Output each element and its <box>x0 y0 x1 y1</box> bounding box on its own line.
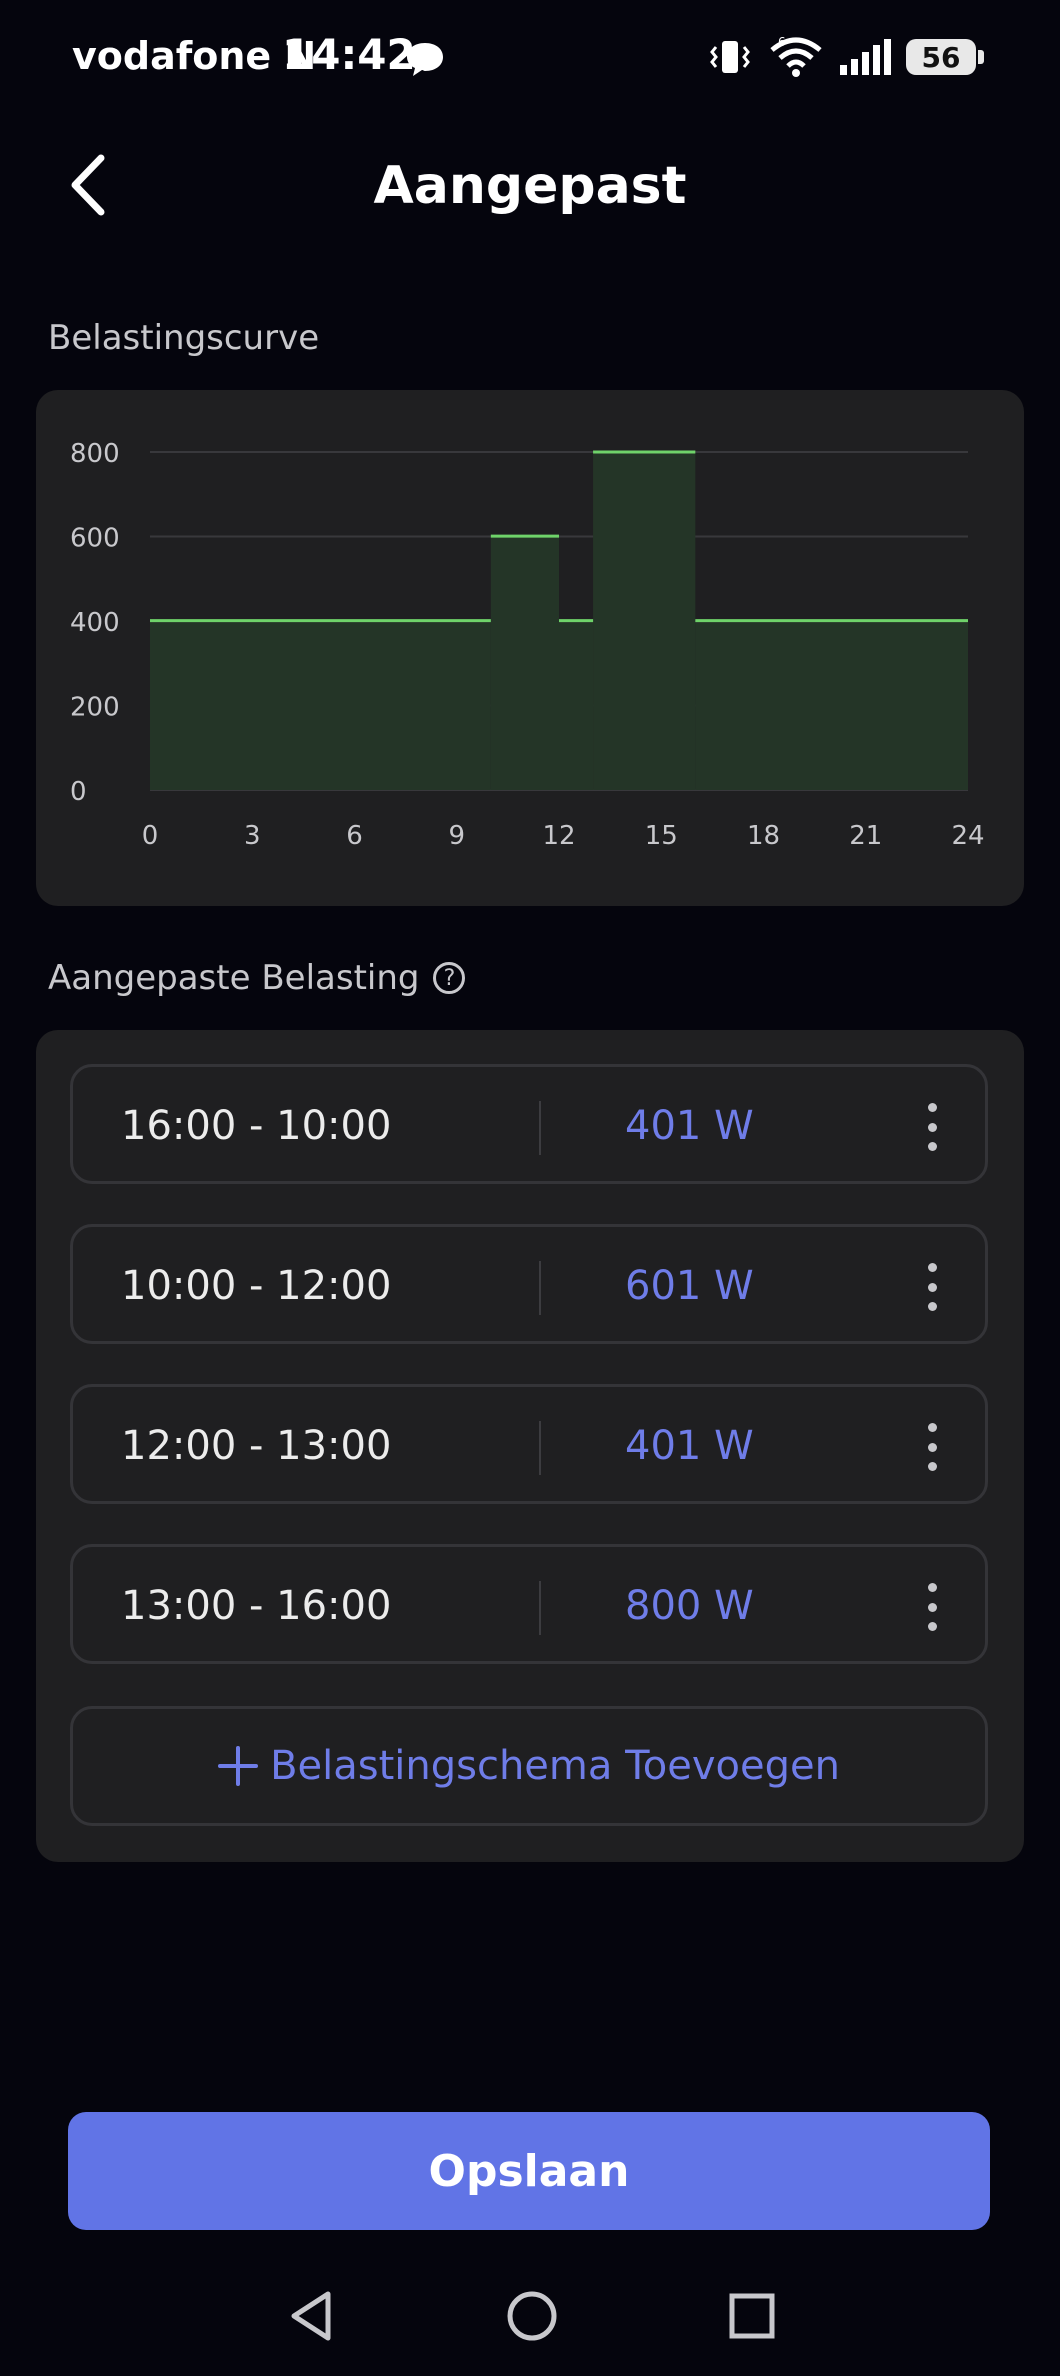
chart-area-segment <box>593 452 696 790</box>
chart-canvas: 0 200 400 600 800 0 3 6 9 12 15 18 21 24 <box>70 439 985 851</box>
row-divider <box>539 1581 541 1635</box>
wifi-icon: 6 <box>770 36 822 77</box>
page-title: Aangepast <box>373 156 687 216</box>
chart-x-tick-label: 18 <box>747 821 780 851</box>
add-schedule-label: Belastingschema Toevoegen <box>270 1743 840 1789</box>
chart-area-segment <box>695 620 968 790</box>
more-vertical-icon[interactable] <box>925 1263 939 1311</box>
row-divider <box>539 1421 541 1475</box>
schedule-list: 16:00 - 10:00 401 W 10:00 - 12:00 601 W … <box>36 1030 1024 1862</box>
chart-area-segment <box>490 536 559 790</box>
nav-back-icon[interactable] <box>284 2288 340 2344</box>
schedule-power: 401 W <box>625 1103 754 1149</box>
schedule-section-label: Aangepaste Belasting ? <box>48 958 466 998</box>
chart-x-tick-label: 15 <box>645 821 678 851</box>
chart-x-tick-label: 6 <box>346 821 363 851</box>
system-nav-bar <box>0 2270 1060 2360</box>
plus-icon <box>218 1746 259 1786</box>
status-bar: vodafone N 14:42 6 56 <box>0 0 1060 116</box>
page-header: Aangepast <box>0 136 1060 236</box>
chart-y-tick-label: 0 <box>70 777 87 807</box>
schedule-power: 401 W <box>625 1423 754 1469</box>
chart-x-tick-label: 24 <box>951 821 984 851</box>
nav-home-icon[interactable] <box>504 2288 560 2344</box>
chart-x-tick-label: 21 <box>849 821 882 851</box>
schedule-row[interactable]: 13:00 - 16:00 800 W <box>70 1544 988 1664</box>
more-vertical-icon[interactable] <box>925 1583 939 1631</box>
save-button[interactable]: Opslaan <box>68 2112 990 2230</box>
load-curve-chart: 0 200 400 600 800 0 3 6 9 12 15 18 21 24 <box>36 390 1024 906</box>
chart-y-tick-label: 800 <box>70 439 120 469</box>
row-divider <box>539 1101 541 1155</box>
help-symbol: ? <box>443 965 456 991</box>
schedule-time: 10:00 - 12:00 <box>121 1263 392 1309</box>
chart-x-tick-label: 0 <box>142 821 159 851</box>
nav-recent-apps-icon[interactable] <box>724 2288 780 2344</box>
schedule-section-title: Aangepaste Belasting <box>48 958 420 998</box>
battery-level: 56 <box>906 39 976 75</box>
chart-y-tick-label: 400 <box>70 608 120 638</box>
battery-indicator: 56 <box>906 39 984 75</box>
chart-area-segment <box>559 620 594 790</box>
network-badge: 6 <box>778 36 786 49</box>
more-vertical-icon[interactable] <box>925 1423 939 1471</box>
schedule-row[interactable]: 16:00 - 10:00 401 W <box>70 1064 988 1184</box>
question-circle-icon[interactable]: ? <box>433 962 466 994</box>
schedule-power: 800 W <box>625 1583 754 1629</box>
signal-icon <box>840 39 891 75</box>
more-vertical-icon[interactable] <box>925 1103 939 1151</box>
chart-x-tick-label: 12 <box>542 821 575 851</box>
vibrate-icon <box>710 41 750 73</box>
chart-x-tick-label: 3 <box>244 821 261 851</box>
schedule-row[interactable]: 10:00 - 12:00 601 W <box>70 1224 988 1344</box>
chart-y-tick-label: 600 <box>70 524 120 554</box>
carrier-name: vodafone N <box>72 34 317 78</box>
message-icon <box>407 43 443 76</box>
row-divider <box>539 1261 541 1315</box>
schedule-row[interactable]: 12:00 - 13:00 401 W <box>70 1384 988 1504</box>
chart-section-label: Belastingscurve <box>48 318 319 358</box>
chart-x-tick-label: 9 <box>448 821 465 851</box>
schedule-time: 16:00 - 10:00 <box>121 1103 392 1149</box>
chart-y-tick-label: 200 <box>70 693 120 723</box>
schedule-power: 601 W <box>625 1263 754 1309</box>
battery-tip <box>978 50 984 64</box>
schedule-time: 12:00 - 13:00 <box>121 1423 392 1469</box>
chart-area-segment <box>150 620 491 790</box>
schedule-time: 13:00 - 16:00 <box>121 1583 392 1629</box>
add-schedule-button[interactable]: Belastingschema Toevoegen <box>70 1706 988 1826</box>
status-time: 14:42 <box>282 30 416 79</box>
chart-section-title: Belastingscurve <box>48 318 320 358</box>
